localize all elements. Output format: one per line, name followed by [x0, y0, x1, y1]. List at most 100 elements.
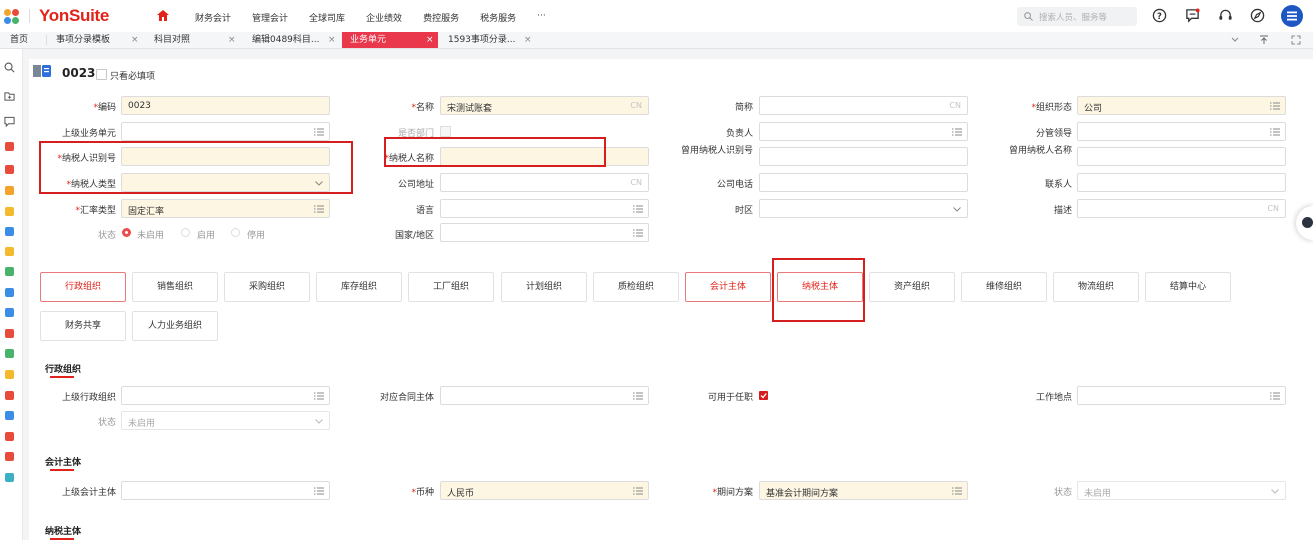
- org-btn-quality[interactable]: 质检组织: [593, 272, 679, 302]
- app-icon[interactable]: [5, 370, 14, 379]
- org-btn-planning[interactable]: 计划组织: [501, 272, 587, 302]
- former-taxpayer-id-field[interactable]: [759, 147, 968, 166]
- home-icon[interactable]: [157, 10, 169, 21]
- work-location-field[interactable]: [1077, 386, 1286, 405]
- app-icon[interactable]: [5, 349, 14, 358]
- description-field[interactable]: CN: [1077, 199, 1286, 218]
- org-form-field[interactable]: 公司: [1077, 96, 1286, 115]
- list-icon[interactable]: [314, 486, 324, 496]
- tab-business-unit[interactable]: 业务单元 ×: [342, 32, 438, 48]
- parent-unit-field[interactable]: [121, 122, 330, 141]
- timezone-select[interactable]: [759, 199, 968, 218]
- nav-item-management-accounting[interactable]: 管理会计: [252, 11, 288, 24]
- former-taxpayer-name-field[interactable]: [1077, 147, 1286, 166]
- status-radio-inactive[interactable]: [122, 228, 131, 237]
- rate-type-field[interactable]: 固定汇率: [121, 199, 330, 218]
- message-icon[interactable]: [1185, 8, 1200, 23]
- nav-item-treasury[interactable]: 全球司库: [309, 11, 345, 24]
- close-icon[interactable]: ×: [228, 32, 236, 48]
- app-icon[interactable]: [5, 267, 14, 276]
- list-icon[interactable]: [952, 127, 962, 137]
- app-icon[interactable]: [5, 227, 14, 236]
- chevron-down-icon[interactable]: [1231, 37, 1239, 43]
- org-btn-inventory[interactable]: 库存组织: [316, 272, 402, 302]
- country-field[interactable]: [440, 223, 649, 242]
- nav-item-tax[interactable]: 税务服务: [480, 11, 516, 24]
- org-btn-sales[interactable]: 销售组织: [132, 272, 218, 302]
- tab-subject-mapping[interactable]: 科目对照 ×: [154, 32, 238, 48]
- status-radio-disabled[interactable]: [231, 228, 240, 237]
- tab-entry-1593[interactable]: 1593事项分录... ×: [448, 32, 532, 48]
- search-icon[interactable]: [4, 62, 15, 73]
- app-icon[interactable]: [5, 142, 14, 151]
- close-icon[interactable]: ×: [524, 32, 532, 48]
- org-btn-accounting[interactable]: 会计主体: [685, 272, 771, 302]
- app-icon[interactable]: [5, 308, 14, 317]
- expand-icon[interactable]: [1291, 35, 1301, 45]
- acct-status-select[interactable]: 未启用: [1077, 481, 1286, 500]
- manager-field[interactable]: [759, 122, 968, 141]
- for-appointment-checkbox[interactable]: [759, 391, 768, 400]
- period-scheme-field[interactable]: 基准会计期间方案: [759, 481, 968, 500]
- nav-item-expense[interactable]: 费控服务: [423, 11, 459, 24]
- app-icon[interactable]: [5, 473, 14, 482]
- code-field[interactable]: 0023: [121, 96, 330, 115]
- parent-entity-field[interactable]: [121, 481, 330, 500]
- list-icon[interactable]: [633, 486, 643, 496]
- nav-item-financial-accounting[interactable]: 财务会计: [195, 11, 231, 24]
- list-icon[interactable]: [1270, 101, 1280, 111]
- avatar[interactable]: [1281, 5, 1303, 27]
- parent-admin-field[interactable]: [121, 386, 330, 405]
- app-icon[interactable]: [5, 207, 14, 216]
- name-field[interactable]: 宋测试账套 CN: [440, 96, 649, 115]
- admin-status-select[interactable]: 未启用: [121, 411, 330, 430]
- app-launcher-icon[interactable]: [4, 9, 20, 25]
- app-icon[interactable]: [5, 432, 14, 441]
- list-icon[interactable]: [314, 391, 324, 401]
- headset-icon[interactable]: [1218, 8, 1233, 23]
- compass-icon[interactable]: [1250, 8, 1265, 23]
- status-radio-active[interactable]: [181, 228, 190, 237]
- org-btn-factory[interactable]: 工厂组织: [408, 272, 494, 302]
- close-icon[interactable]: ×: [328, 32, 336, 48]
- app-icon[interactable]: [5, 329, 14, 338]
- language-field[interactable]: [440, 199, 649, 218]
- help-icon[interactable]: ?: [1152, 8, 1167, 23]
- app-icon[interactable]: [5, 247, 14, 256]
- chat-icon[interactable]: [4, 116, 15, 127]
- nav-more[interactable]: ···: [537, 11, 546, 24]
- contract-entity-field[interactable]: [440, 386, 649, 405]
- list-icon[interactable]: [314, 204, 324, 214]
- list-icon[interactable]: [314, 127, 324, 137]
- list-icon[interactable]: [1270, 127, 1280, 137]
- org-btn-purchase[interactable]: 采购组织: [224, 272, 310, 302]
- app-icon[interactable]: [5, 186, 14, 195]
- short-name-field[interactable]: CN: [759, 96, 968, 115]
- currency-field[interactable]: 人民币: [440, 481, 649, 500]
- org-btn-hr[interactable]: 人力业务组织: [132, 311, 218, 341]
- app-icon[interactable]: [5, 391, 14, 400]
- list-icon[interactable]: [952, 486, 962, 496]
- org-btn-maintenance[interactable]: 维修组织: [961, 272, 1047, 302]
- org-btn-settlement[interactable]: 结算中心: [1145, 272, 1231, 302]
- app-icon[interactable]: [5, 288, 14, 297]
- tab-entry-template[interactable]: 事项分录模板 ×: [56, 32, 141, 48]
- list-icon[interactable]: [1270, 391, 1280, 401]
- tab-edit-subject[interactable]: 编辑0489科目... ×: [252, 32, 337, 48]
- pin-top-icon[interactable]: [1259, 35, 1269, 45]
- global-search-input[interactable]: 搜索人员、服务等: [1017, 7, 1137, 26]
- app-icon[interactable]: [5, 165, 14, 174]
- list-icon[interactable]: [633, 228, 643, 238]
- nav-item-performance[interactable]: 企业绩效: [366, 11, 402, 24]
- org-btn-asset[interactable]: 资产组织: [869, 272, 955, 302]
- only-required-checkbox[interactable]: [96, 69, 107, 80]
- folder-icon[interactable]: [4, 91, 15, 102]
- close-icon[interactable]: ×: [426, 32, 434, 48]
- app-icon[interactable]: [5, 452, 14, 461]
- app-icon[interactable]: [5, 411, 14, 420]
- leader-field[interactable]: [1077, 122, 1286, 141]
- company-phone-field[interactable]: [759, 173, 968, 192]
- org-btn-admin[interactable]: 行政组织: [40, 272, 126, 302]
- contact-field[interactable]: [1077, 173, 1286, 192]
- company-address-field[interactable]: CN: [440, 173, 649, 192]
